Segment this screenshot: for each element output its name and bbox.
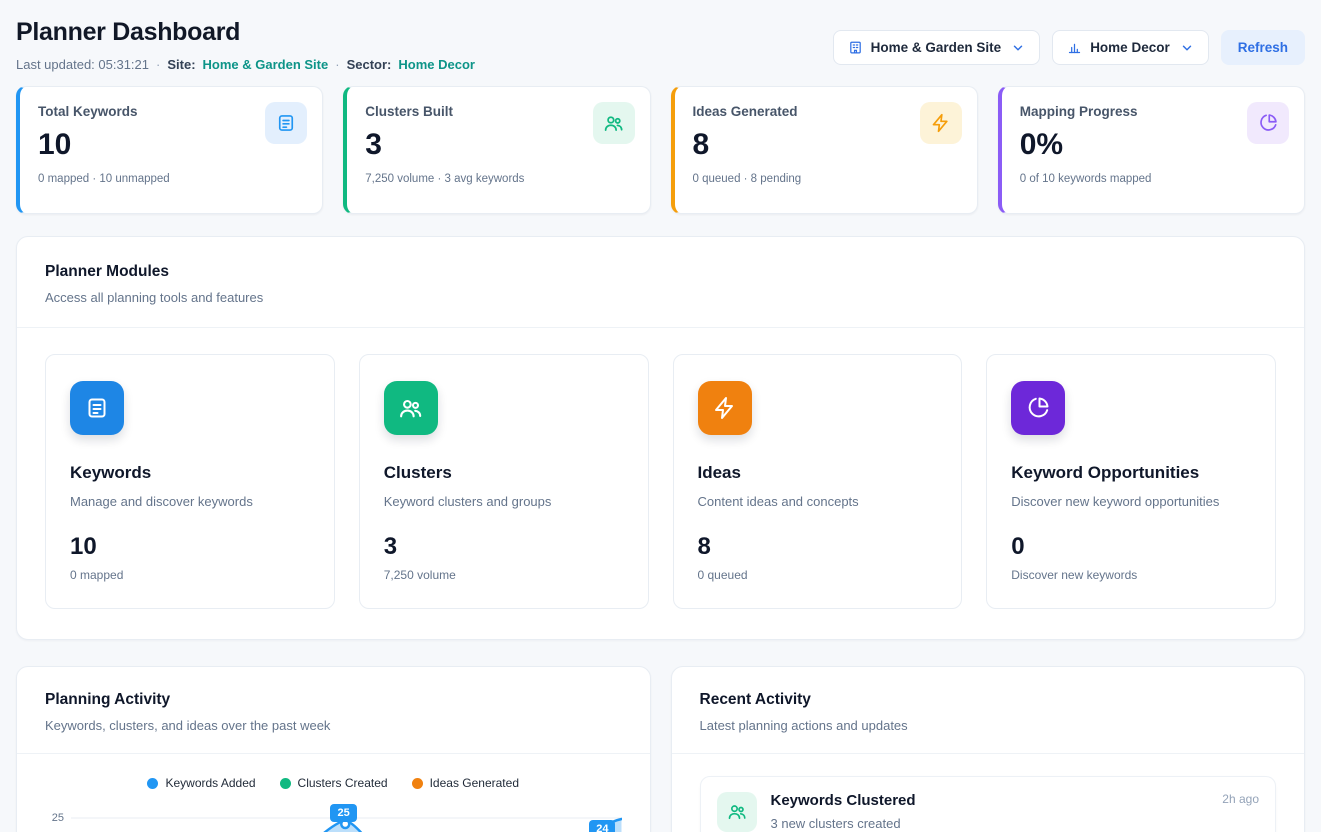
legend-dot-blue xyxy=(147,778,158,789)
site-selector-value: Home & Garden Site xyxy=(871,40,1002,55)
stat-card-mapping-progress: Mapping Progress 0% 0 of 10 keywords map… xyxy=(998,86,1305,214)
module-description: Content ideas and concepts xyxy=(698,494,938,509)
stat-label: Clusters Built xyxy=(365,104,631,119)
divider xyxy=(17,327,1304,328)
header-controls: Home & Garden Site Home Decor Refresh xyxy=(833,30,1305,65)
module-value: 3 xyxy=(384,533,624,561)
page-title: Planner Dashboard xyxy=(16,18,475,47)
activity-item-description: 3 new clusters created xyxy=(771,816,916,831)
bolt-icon xyxy=(698,381,752,435)
recent-activity-card: Recent Activity Latest planning actions … xyxy=(671,666,1306,832)
module-title: Ideas xyxy=(698,463,938,483)
bolt-icon xyxy=(920,102,962,144)
site-selector-dropdown[interactable]: Home & Garden Site xyxy=(833,30,1041,65)
legend-dot-orange xyxy=(412,778,423,789)
sector-label: Sector: xyxy=(347,57,392,72)
activity-item-body: Keywords Clustered 3 new clusters create… xyxy=(771,792,916,831)
legend-label: Keywords Added xyxy=(165,776,255,790)
recent-activity-title: Recent Activity xyxy=(700,691,1277,709)
module-card-keyword-opportunities[interactable]: Keyword Opportunities Discover new keywo… xyxy=(986,354,1276,609)
legend-item-ideas-generated[interactable]: Ideas Generated xyxy=(412,776,519,790)
meta-separator: · xyxy=(335,57,339,72)
stat-value: 8 xyxy=(693,128,959,162)
y-axis-tick: 25 xyxy=(45,804,71,832)
data-point-label: 25 xyxy=(330,804,356,822)
sector-selector-dropdown[interactable]: Home Decor xyxy=(1052,30,1209,65)
stat-sub: 0 of 10 keywords mapped xyxy=(1020,173,1286,185)
divider xyxy=(672,753,1305,754)
bar-chart-icon xyxy=(1067,40,1082,55)
module-title: Keyword Opportunities xyxy=(1011,463,1251,483)
modules-grid: Keywords Manage and discover keywords 10… xyxy=(45,354,1276,609)
users-icon xyxy=(717,792,757,832)
module-value: 10 xyxy=(70,533,310,561)
sector-link[interactable]: Home Decor xyxy=(398,57,475,72)
planner-modules-panel: Planner Modules Access all planning tool… xyxy=(16,236,1305,640)
planner-dashboard-page: Planner Dashboard Last updated: 05:31:21… xyxy=(0,0,1321,832)
stat-sub: 0 mapped · 10 unmapped xyxy=(38,173,304,185)
chevron-down-icon xyxy=(1011,41,1025,55)
users-icon xyxy=(384,381,438,435)
module-sub: 0 queued xyxy=(698,568,938,582)
module-card-ideas[interactable]: Ideas Content ideas and concepts 8 0 que… xyxy=(673,354,963,609)
legend-item-keywords-added[interactable]: Keywords Added xyxy=(147,776,255,790)
building-icon xyxy=(848,40,863,55)
meta-separator: · xyxy=(156,57,160,72)
module-sub: Discover new keywords xyxy=(1011,568,1251,582)
activity-item-timestamp: 2h ago xyxy=(1222,792,1259,806)
modules-subtitle: Access all planning tools and features xyxy=(45,290,1276,305)
document-icon xyxy=(265,102,307,144)
stat-sub: 0 queued · 8 pending xyxy=(693,173,959,185)
document-icon xyxy=(70,381,124,435)
chevron-down-icon xyxy=(1180,41,1194,55)
module-card-clusters[interactable]: Clusters Keyword clusters and groups 3 7… xyxy=(359,354,649,609)
stat-label: Ideas Generated xyxy=(693,104,959,119)
chart-legend: Keywords Added Clusters Created Ideas Ge… xyxy=(45,776,622,790)
legend-label: Ideas Generated xyxy=(430,776,519,790)
data-point-label: 24 xyxy=(589,820,615,832)
sector-selector-value: Home Decor xyxy=(1090,40,1170,55)
module-value: 8 xyxy=(698,533,938,561)
stat-sub: 7,250 volume · 3 avg keywords xyxy=(365,173,631,185)
activity-item-title: Keywords Clustered xyxy=(771,792,916,809)
legend-label: Clusters Created xyxy=(298,776,388,790)
planning-activity-subtitle: Keywords, clusters, and ideas over the p… xyxy=(45,718,622,733)
area-chart-canvas: 25 24 xyxy=(71,804,622,832)
header-left: Planner Dashboard Last updated: 05:31:21… xyxy=(16,18,475,72)
stat-card-ideas-generated: Ideas Generated 8 0 queued · 8 pending xyxy=(671,86,978,214)
divider xyxy=(17,753,650,754)
module-value: 0 xyxy=(1011,533,1251,561)
legend-dot-green xyxy=(280,778,291,789)
modules-title: Planner Modules xyxy=(45,263,1276,281)
page-header: Planner Dashboard Last updated: 05:31:21… xyxy=(16,18,1305,72)
site-label: Site: xyxy=(167,57,195,72)
module-title: Keywords xyxy=(70,463,310,483)
stat-card-total-keywords: Total Keywords 10 0 mapped · 10 unmapped xyxy=(16,86,323,214)
planning-activity-card: Planning Activity Keywords, clusters, an… xyxy=(16,666,651,832)
header-meta: Last updated: 05:31:21 · Site: Home & Ga… xyxy=(16,57,475,72)
bottom-row: Planning Activity Keywords, clusters, an… xyxy=(16,666,1305,832)
stat-card-clusters-built: Clusters Built 3 7,250 volume · 3 avg ke… xyxy=(343,86,650,214)
module-description: Discover new keyword opportunities xyxy=(1011,494,1251,509)
recent-activity-subtitle: Latest planning actions and updates xyxy=(700,718,1277,733)
activity-chart: 25 25 24 xyxy=(45,804,622,832)
module-card-keywords[interactable]: Keywords Manage and discover keywords 10… xyxy=(45,354,335,609)
legend-item-clusters-created[interactable]: Clusters Created xyxy=(280,776,388,790)
users-icon xyxy=(593,102,635,144)
last-updated-text: Last updated: 05:31:21 xyxy=(16,57,149,72)
pie-chart-icon xyxy=(1247,102,1289,144)
refresh-button[interactable]: Refresh xyxy=(1221,30,1305,65)
module-sub: 0 mapped xyxy=(70,568,310,582)
activity-list-item: Keywords Clustered 3 new clusters create… xyxy=(700,776,1277,832)
module-description: Manage and discover keywords xyxy=(70,494,310,509)
stat-cards-row: Total Keywords 10 0 mapped · 10 unmapped… xyxy=(16,86,1305,214)
module-sub: 7,250 volume xyxy=(384,568,624,582)
module-description: Keyword clusters and groups xyxy=(384,494,624,509)
planning-activity-title: Planning Activity xyxy=(45,691,622,709)
site-link[interactable]: Home & Garden Site xyxy=(203,57,329,72)
stat-value: 3 xyxy=(365,128,631,162)
pie-chart-icon xyxy=(1011,381,1065,435)
module-title: Clusters xyxy=(384,463,624,483)
